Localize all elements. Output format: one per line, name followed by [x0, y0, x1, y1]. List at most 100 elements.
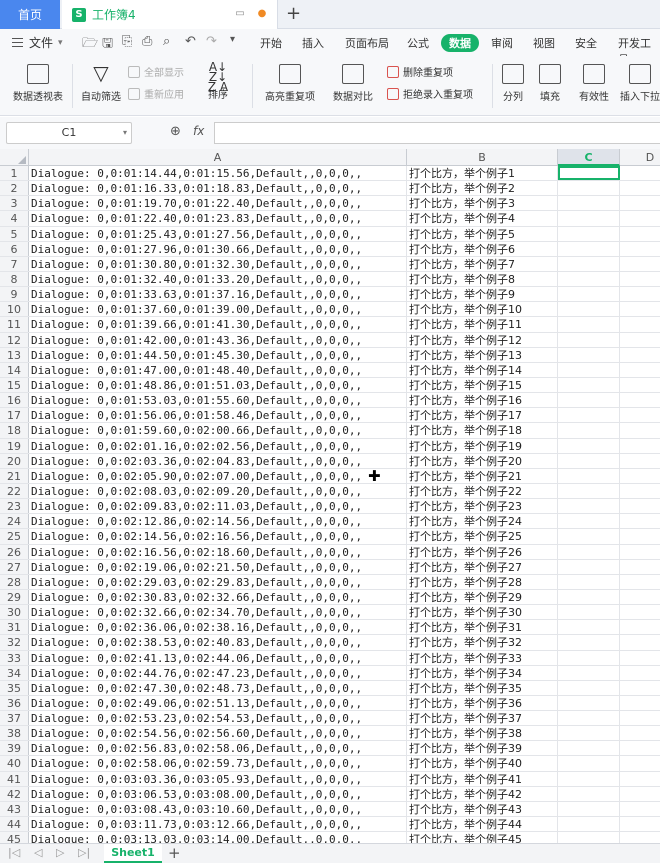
column-header-c[interactable]: C — [558, 149, 620, 166]
split-columns-button[interactable]: 分列 — [496, 64, 530, 103]
cell-d[interactable] — [620, 287, 660, 301]
cell-c[interactable] — [558, 483, 620, 499]
cell-a[interactable]: Dialogue: 0,0:02:03.36,0:02:04.83,Defaul… — [29, 453, 407, 468]
file-menu[interactable]: 文件 ▾ — [12, 34, 63, 51]
print-preview-icon[interactable]: ⌕ — [163, 34, 170, 49]
cell-c[interactable] — [558, 817, 620, 832]
cell-a[interactable]: Dialogue: 0,0:02:01.16,0:02:02.56,Defaul… — [29, 438, 407, 453]
next-sheet-icon[interactable]: ▷ — [56, 846, 64, 859]
cell-b[interactable]: 打个比方，举个例子43 — [407, 801, 558, 817]
cell-d[interactable] — [620, 378, 660, 392]
reject-duplicates-button[interactable]: 拒绝录入重复项 — [387, 86, 473, 101]
row-header[interactable]: 7 — [0, 256, 29, 271]
menu-data[interactable]: 数据 — [441, 34, 479, 52]
cell-b[interactable]: 打个比方，举个例子36 — [407, 695, 558, 711]
cell-c[interactable] — [558, 332, 620, 347]
cell-a[interactable]: Dialogue: 0,0:01:33.63,0:01:37.16,Defaul… — [29, 287, 407, 302]
cell-a[interactable]: Dialogue: 0,0:02:38.53,0:02:40.83,Defaul… — [29, 635, 407, 650]
cell-c[interactable] — [558, 514, 620, 529]
cell-d[interactable] — [620, 802, 660, 816]
row-header[interactable]: 29 — [0, 589, 29, 605]
cell-b[interactable]: 打个比方，举个例子29 — [407, 589, 558, 605]
cell-d[interactable] — [620, 499, 660, 513]
row-header[interactable]: 5 — [0, 226, 29, 241]
cell-d[interactable] — [620, 242, 660, 256]
cell-b[interactable]: 打个比方，举个例子41 — [407, 771, 558, 786]
cell-d[interactable] — [620, 393, 660, 407]
cell-d[interactable] — [620, 772, 660, 786]
fill-button[interactable]: 填充 — [533, 64, 567, 103]
cell-b[interactable]: 打个比方，举个例子17 — [407, 408, 558, 423]
cell-d[interactable] — [620, 484, 660, 498]
cell-d[interactable] — [620, 575, 660, 589]
row-header[interactable]: 28 — [0, 574, 29, 589]
menu-home[interactable]: 开始 — [260, 35, 282, 51]
cell-a[interactable]: Dialogue: 0,0:03:06.53,0:03:08.00,Defaul… — [29, 786, 407, 801]
tab-home[interactable]: 首页 — [0, 0, 60, 29]
cell-b[interactable]: 打个比方，举个例子5 — [407, 226, 558, 241]
formula-input[interactable] — [214, 122, 660, 144]
cell-d[interactable] — [620, 545, 660, 559]
row-header[interactable]: 35 — [0, 680, 29, 695]
cell-b[interactable]: 打个比方，举个例子26 — [407, 544, 558, 559]
add-sheet-button[interactable]: + — [168, 844, 181, 862]
row-header[interactable]: 22 — [0, 483, 29, 499]
sort-button[interactable]: A↓ Z↓ Z A 排序 — [198, 61, 238, 101]
cell-a[interactable]: Dialogue: 0,0:02:09.83,0:02:11.03,Defaul… — [29, 499, 407, 514]
cell-b[interactable]: 打个比方，举个例子22 — [407, 483, 558, 499]
cell-b[interactable]: 打个比方，举个例子33 — [407, 650, 558, 665]
cell-d[interactable] — [620, 196, 660, 210]
row-header[interactable]: 38 — [0, 726, 29, 741]
save-icon[interactable]: 🖫 — [102, 34, 113, 56]
cell-c[interactable] — [558, 665, 620, 680]
cell-c[interactable] — [558, 801, 620, 817]
cell-b[interactable]: 打个比方，举个例子8 — [407, 271, 558, 287]
row-header[interactable]: 25 — [0, 529, 29, 544]
cell-c[interactable] — [558, 499, 620, 514]
window-icon[interactable]: ▭ — [234, 8, 246, 20]
cell-a[interactable]: Dialogue: 0,0:01:14.44,0:01:15.56,Defaul… — [29, 166, 407, 181]
cell-c[interactable] — [558, 317, 620, 332]
cell-d[interactable] — [620, 756, 660, 770]
row-header[interactable]: 21 — [0, 468, 29, 483]
row-header[interactable]: 12 — [0, 332, 29, 347]
row-header[interactable]: 1 — [0, 166, 29, 181]
cell-b[interactable]: 打个比方，举个例子4 — [407, 211, 558, 226]
row-header[interactable]: 30 — [0, 605, 29, 620]
row-header[interactable]: 32 — [0, 635, 29, 650]
menu-review[interactable]: 审阅 — [491, 35, 513, 51]
row-header[interactable]: 42 — [0, 786, 29, 801]
cell-d[interactable] — [620, 408, 660, 422]
reapply-button[interactable]: 重新应用 — [128, 86, 184, 101]
cell-b[interactable]: 打个比方，举个例子19 — [407, 438, 558, 453]
cell-a[interactable]: Dialogue: 0,0:03:11.73,0:03:12.66,Defaul… — [29, 817, 407, 832]
cell-c[interactable] — [558, 256, 620, 271]
cell-d[interactable] — [620, 317, 660, 331]
cell-a[interactable]: Dialogue: 0,0:01:25.43,0:01:27.56,Defaul… — [29, 226, 407, 241]
cell-b[interactable]: 打个比方，举个例子27 — [407, 559, 558, 574]
cell-a[interactable]: Dialogue: 0,0:02:47.30,0:02:48.73,Defaul… — [29, 680, 407, 695]
customize-chevron-icon[interactable]: ▾ — [230, 34, 235, 45]
row-header[interactable]: 31 — [0, 620, 29, 635]
cell-b[interactable]: 打个比方，举个例子45 — [407, 832, 558, 843]
cell-b[interactable]: 打个比方，举个例子6 — [407, 241, 558, 256]
row-header[interactable]: 24 — [0, 514, 29, 529]
cell-c[interactable] — [558, 786, 620, 801]
cell-c[interactable] — [558, 453, 620, 468]
cell-b[interactable]: 打个比方，举个例子38 — [407, 726, 558, 741]
cell-d[interactable] — [620, 666, 660, 680]
unsaved-dot-icon[interactable]: ● — [256, 8, 268, 20]
cell-d[interactable] — [620, 832, 660, 843]
menu-formula[interactable]: 公式 — [407, 35, 429, 51]
cell-c[interactable] — [558, 393, 620, 408]
cell-a[interactable]: Dialogue: 0,0:01:30.80,0:01:32.30,Defaul… — [29, 256, 407, 271]
cell-c[interactable] — [558, 529, 620, 544]
active-cell-c1[interactable] — [558, 166, 620, 181]
cell-c[interactable] — [558, 241, 620, 256]
row-header[interactable]: 16 — [0, 393, 29, 408]
cell-d[interactable] — [620, 590, 660, 604]
cell-d[interactable] — [620, 423, 660, 437]
row-header[interactable]: 9 — [0, 287, 29, 302]
cell-c[interactable] — [558, 196, 620, 211]
cell-c[interactable] — [558, 756, 620, 771]
